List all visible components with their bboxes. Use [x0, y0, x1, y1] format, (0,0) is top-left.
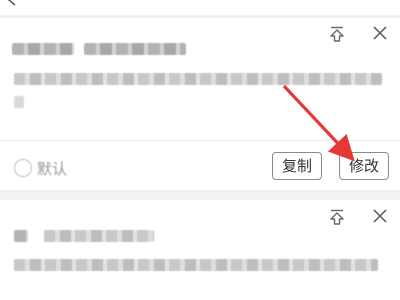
redacted-name — [14, 230, 28, 242]
divider — [0, 140, 400, 141]
radio-circle-icon — [14, 159, 32, 177]
redacted-phone — [84, 43, 186, 55]
address-card: 默认 复制 修改 — [0, 18, 400, 190]
default-label: 默认 — [37, 159, 68, 178]
close-icon[interactable] — [371, 207, 389, 225]
edit-button[interactable]: 修改 — [339, 152, 389, 180]
redacted-phone — [44, 230, 154, 242]
close-icon[interactable] — [371, 24, 389, 42]
pin-to-top-icon[interactable] — [328, 208, 346, 226]
address-card — [0, 200, 400, 300]
pin-to-top-icon[interactable] — [328, 25, 346, 43]
redacted-address-line — [14, 259, 378, 271]
redacted-address-line — [14, 96, 24, 108]
default-address-toggle[interactable]: 默认 — [14, 157, 67, 179]
copy-button[interactable]: 复制 — [272, 152, 322, 180]
redacted-name — [12, 43, 74, 55]
top-strip — [0, 0, 400, 15]
redacted-address-line — [14, 73, 382, 85]
back-arrow-icon[interactable] — [6, 0, 18, 6]
